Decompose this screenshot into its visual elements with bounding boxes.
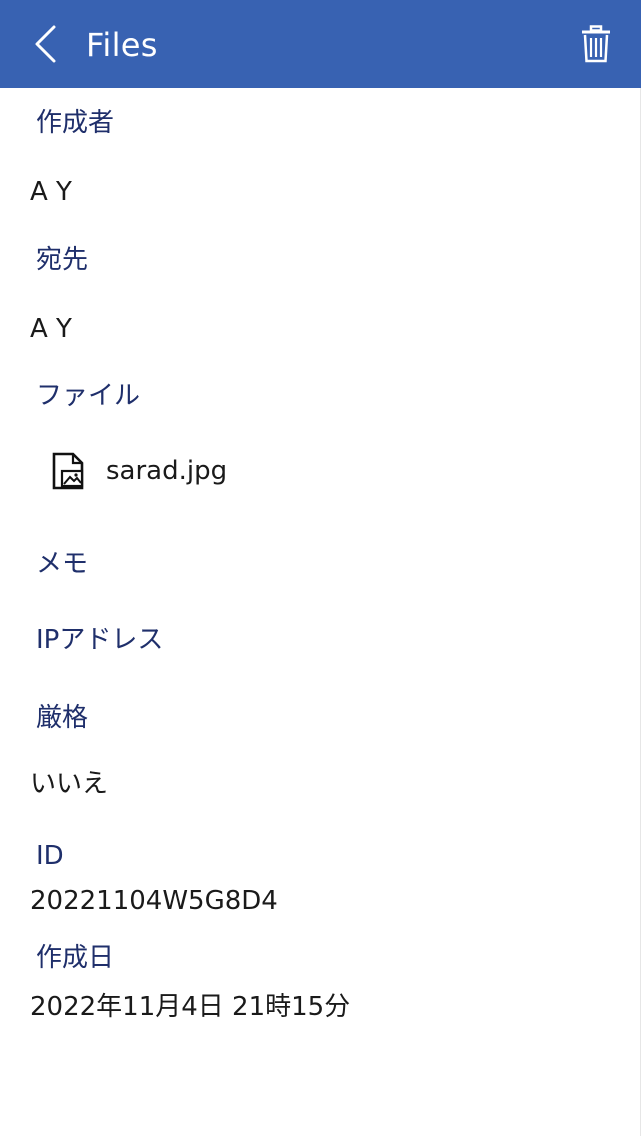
back-button[interactable] (22, 20, 68, 68)
created-value: 2022年11月4日 21時15分 (30, 992, 351, 1022)
page-title: Files (86, 26, 158, 64)
id-value: 20221104W5G8D4 (30, 886, 278, 916)
file-detail-screen: Files 作成者 A Y 宛先 A Y ファイル sarad.jpg メモ I… (0, 0, 641, 1136)
recipient-label: 宛先 (36, 245, 89, 275)
trash-icon (582, 25, 610, 63)
id-label: ID (36, 841, 64, 871)
ip-address-label: IPアドレス (36, 625, 164, 655)
delete-button[interactable] (572, 20, 620, 68)
chevron-left-icon (35, 25, 56, 63)
file-name: sarad.jpg (106, 456, 228, 486)
strict-value: いいえ (30, 769, 109, 799)
created-label: 作成日 (36, 943, 115, 973)
file-item[interactable]: sarad.jpg (50, 448, 227, 494)
header-bar: Files (0, 0, 641, 88)
memo-label: メモ (36, 549, 89, 579)
file-label: ファイル (36, 381, 141, 411)
strict-label: 厳格 (36, 703, 89, 733)
image-file-icon (50, 451, 86, 491)
author-label: 作成者 (36, 108, 115, 138)
author-value: A Y (30, 177, 72, 207)
recipient-value: A Y (30, 314, 72, 344)
